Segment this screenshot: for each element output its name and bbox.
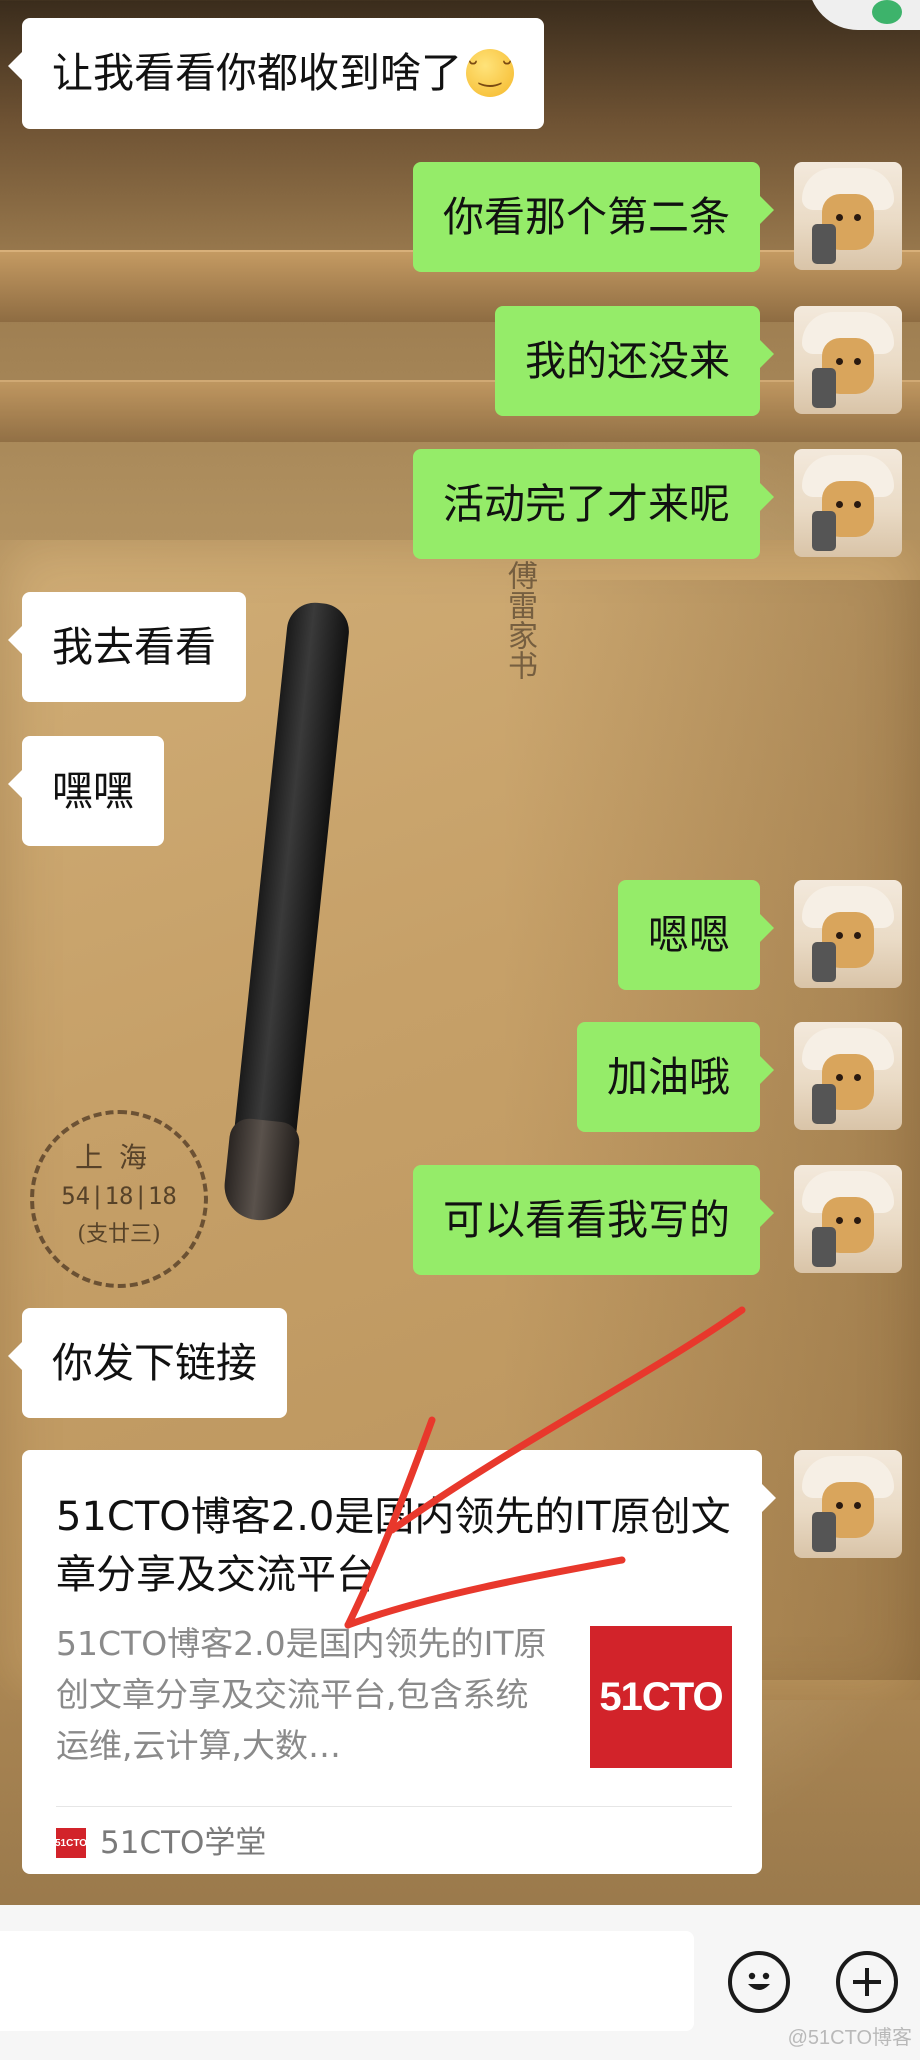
avatar[interactable]: [794, 449, 902, 557]
message-outgoing: 你看那个第二条: [413, 162, 774, 272]
smirk-emoji-icon: ˘‿˘: [466, 49, 514, 97]
avatar[interactable]: [794, 1450, 902, 1558]
message-bubble[interactable]: 可以看看我写的: [413, 1165, 774, 1275]
message-bubble[interactable]: 你发下链接: [8, 1308, 287, 1418]
message-outgoing: 活动完了才来呢: [413, 449, 774, 559]
message-bubble[interactable]: 我的还没来: [495, 306, 774, 416]
message-text: 我的还没来: [525, 337, 730, 385]
message-outgoing: 嗯嗯: [618, 880, 774, 990]
message-incoming: 让我看看你都收到啥了 ˘‿˘: [8, 18, 544, 129]
message-text: 你发下链接: [52, 1339, 257, 1387]
link-card-description: 51CTO博客2.0是国内领先的IT原创文章分享及交流平台,包含系统运维,云计算…: [56, 1624, 547, 1765]
message-text: 让我看看你都收到啥了: [52, 49, 462, 97]
message-bubble[interactable]: 我去看看: [8, 592, 246, 702]
message-bubble[interactable]: 让我看看你都收到啥了 ˘‿˘: [8, 18, 544, 129]
message-incoming: 我去看看: [8, 592, 246, 702]
avatar[interactable]: [794, 1165, 902, 1273]
message-bubble[interactable]: 你看那个第二条: [413, 162, 774, 272]
plus-icon[interactable]: [836, 1951, 898, 2013]
message-outgoing: 可以看看我写的: [413, 1165, 774, 1275]
avatar[interactable]: [794, 306, 902, 414]
avatar[interactable]: [794, 880, 902, 988]
message-bubble[interactable]: 嘿嘿: [8, 736, 164, 846]
thumbnail-logo-text: 51CTO: [599, 1674, 723, 1719]
message-text: 你看那个第二条: [443, 193, 730, 241]
message-bubble[interactable]: 加油哦: [577, 1022, 774, 1132]
link-card-thumbnail: 51CTO: [590, 1626, 732, 1768]
message-text: 活动完了才来呢: [443, 480, 730, 528]
message-incoming: 嘿嘿: [8, 736, 164, 846]
message-incoming: 你发下链接: [8, 1308, 287, 1418]
message-bubble[interactable]: 嗯嗯: [618, 880, 774, 990]
message-text: 可以看看我写的: [443, 1196, 730, 1244]
input-bar: @51CTO博客: [0, 1905, 920, 2060]
message-outgoing: 加油哦: [577, 1022, 774, 1132]
postmark-stamp: 上海 54|18|18 (支廿三): [30, 1110, 208, 1288]
watermark: @51CTO博客: [787, 2027, 912, 2049]
avatar[interactable]: [794, 1022, 902, 1130]
smiley-icon[interactable]: [728, 1951, 790, 2013]
message-text: 加油哦: [607, 1053, 730, 1101]
message-input[interactable]: [0, 1931, 694, 2031]
link-card-source: 51CTO 51CTO学堂: [55, 1818, 267, 1868]
message-text: 嘿嘿: [52, 767, 134, 815]
link-card[interactable]: 51CTO博客2.0是国内领先的IT原创文章分享及交流平台 51CTO博客2.0…: [22, 1450, 776, 1874]
stamp-city: 上海: [74, 1141, 163, 1174]
message-outgoing: 我的还没来: [495, 306, 774, 416]
source-name: 51CTO学堂: [100, 1825, 267, 1861]
status-dot: [872, 0, 902, 24]
book-title: 傅雷家书: [502, 560, 537, 680]
link-card-title: 51CTO博客2.0是国内领先的IT原创文章分享及交流平台: [56, 1494, 731, 1598]
bookshelf-edge-lower: [0, 380, 920, 442]
stamp-date: 54|18|18: [61, 1182, 177, 1210]
message-bubble[interactable]: 活动完了才来呢: [413, 449, 774, 559]
top-right-button[interactable]: [808, 0, 920, 30]
message-text: 嗯嗯: [648, 911, 730, 959]
message-text: 我去看看: [52, 623, 216, 671]
divider: [56, 1806, 732, 1807]
source-logo-icon: 51CTO: [55, 1828, 87, 1858]
stamp-branch: (支廿三): [77, 1222, 161, 1247]
avatar[interactable]: [794, 162, 902, 270]
